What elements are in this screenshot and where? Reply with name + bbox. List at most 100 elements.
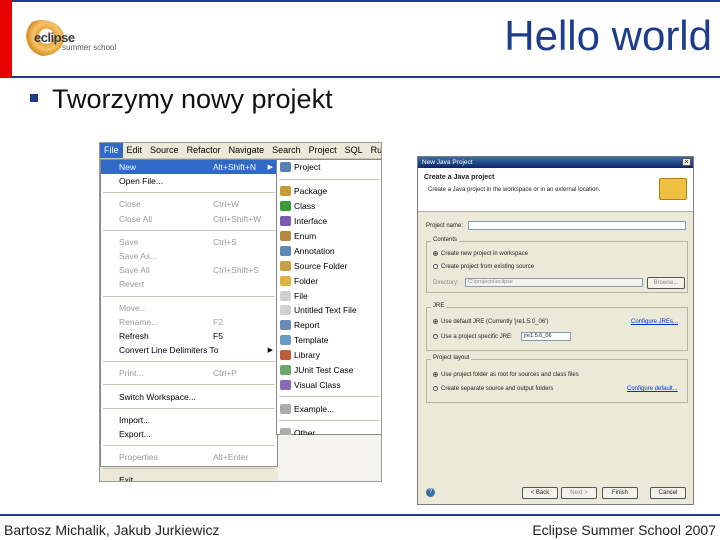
menubar-item[interactable]: Edit	[123, 143, 147, 158]
next-button[interactable]: Next >	[561, 487, 597, 499]
menu-separator	[103, 188, 275, 194]
file-menu-item[interactable]: Revert	[101, 277, 277, 291]
new-submenu-item[interactable]: Folder	[277, 273, 381, 288]
menu-item-label: Class	[294, 201, 316, 212]
cancel-button[interactable]: Cancel	[650, 487, 686, 499]
contents-option-new-label: Create new project in workspace	[441, 251, 529, 258]
configure-default-link[interactable]: Configure default...	[627, 386, 678, 392]
menu-item-label: Export...	[119, 428, 151, 439]
browse-button[interactable]: Browse...	[647, 277, 685, 289]
wizard-icon	[280, 403, 291, 414]
file-menu-item[interactable]: Save As...	[101, 249, 277, 263]
workspace-background	[278, 435, 381, 481]
menu-separator	[103, 404, 275, 409]
wizard-icon	[280, 320, 291, 331]
new-submenu-item[interactable]: Interface	[277, 214, 381, 229]
jre-select[interactable]: jre1.5.0_06	[521, 332, 571, 341]
jre-option-default[interactable]: Use default JRE (Currently 'jre1.5.0_06'…	[433, 319, 548, 325]
menu-item-label: Folder	[294, 275, 319, 286]
contents-option-existing[interactable]: Create project from existing source	[433, 264, 534, 270]
menubar-item[interactable]: Refactor	[183, 143, 225, 158]
file-menu-item[interactable]: Close All Ctrl+Shift+W	[101, 212, 277, 226]
help-icon[interactable]: ?	[426, 488, 435, 497]
menu-item-label: Move...	[119, 302, 147, 313]
radio-icon	[433, 251, 438, 256]
file-menu-item[interactable]: Exit	[101, 473, 277, 482]
menu-separator	[279, 416, 380, 422]
menu-item-label: Import...	[119, 414, 151, 425]
menubar-item[interactable]: Navigate	[225, 143, 269, 158]
menubar-item[interactable]: Source	[146, 143, 183, 158]
file-menu-item[interactable]: Convert Line Delimiters To ▶	[101, 343, 277, 357]
file-menu-item[interactable]: New Alt+Shift+N ▶	[101, 160, 277, 175]
layout-option-separate[interactable]: Create separate source and output folder…	[433, 386, 553, 392]
new-submenu-item[interactable]: Example...	[277, 401, 381, 416]
file-menu-item[interactable]: Import...	[101, 413, 277, 427]
file-menu-item[interactable]: Switch Workspace...	[101, 389, 277, 403]
file-menu-item[interactable]: Refresh F5	[101, 329, 277, 343]
menu-item-shortcut: F5	[213, 330, 223, 341]
project-name-input[interactable]	[468, 221, 686, 230]
file-menu-item[interactable]: Open File...	[101, 174, 277, 188]
menu-separator	[103, 380, 275, 386]
menu-item-label: New	[119, 162, 137, 173]
finish-button[interactable]: Finish	[602, 487, 638, 499]
new-submenu-item[interactable]: Template	[277, 333, 381, 348]
menu-item-label: Interface	[294, 216, 328, 227]
menu-item-shortcut: Alt+Shift+N	[213, 162, 256, 173]
slide-title: Hello world	[504, 12, 712, 59]
wizard-icon	[280, 231, 291, 241]
new-submenu-item[interactable]: Project	[277, 160, 381, 175]
jre-option-specific[interactable]: Use a project specific JRE:	[433, 334, 513, 340]
new-submenu-item[interactable]: Report	[277, 318, 381, 333]
new-submenu-item[interactable]: Annotation	[277, 243, 381, 258]
back-button[interactable]: < Back	[522, 487, 558, 499]
menu-item-label: Template	[294, 335, 329, 346]
new-submenu-item[interactable]: Source Folder	[277, 258, 381, 273]
menu-item-label: Rename...	[119, 316, 159, 327]
layout-option-root[interactable]: Use project folder as root for sources a…	[433, 372, 579, 378]
contents-option-new[interactable]: Create new project in workspace	[433, 251, 528, 257]
menubar-item[interactable]: Search	[268, 143, 305, 158]
new-submenu-item[interactable]: Library	[277, 348, 381, 363]
new-submenu-item[interactable]: Enum	[277, 229, 381, 244]
file-menu-item[interactable]: Close Ctrl+W	[101, 197, 277, 211]
file-menu-item[interactable]: Print... Ctrl+P	[101, 366, 277, 380]
menu-item-label: Open File...	[119, 176, 163, 187]
new-submenu-item[interactable]: Visual Class	[277, 377, 381, 392]
radio-icon	[433, 334, 438, 339]
menu-item-label: Switch Workspace...	[119, 391, 196, 402]
file-menu-item[interactable]: Save Ctrl+S	[101, 235, 277, 249]
new-submenu-item[interactable]: File	[277, 288, 381, 303]
file-menu-item[interactable]: Move...	[101, 301, 277, 315]
close-icon[interactable]: ×	[682, 158, 691, 166]
file-menu-item[interactable]: Save All Ctrl+Shift+S	[101, 263, 277, 277]
header-top-rule	[12, 0, 720, 2]
menu-item-shortcut: Ctrl+Shift+S	[213, 265, 259, 276]
new-project-folder-icon	[659, 178, 687, 200]
new-submenu-item[interactable]: JUnit Test Case	[277, 363, 381, 378]
configure-jres-link[interactable]: Configure JREs...	[631, 319, 678, 325]
submenu-arrow-icon: ▶	[267, 347, 273, 355]
menu-separator	[103, 441, 275, 446]
menubar-item[interactable]: Project	[305, 143, 341, 158]
project-name-label: Project name:	[426, 223, 464, 229]
file-menu-item[interactable]: Properties Alt+Enter	[101, 450, 277, 464]
layout-option-root-label: Use project folder as root for sources a…	[441, 372, 579, 379]
menubar-item[interactable]: Run	[367, 143, 381, 158]
new-submenu-item[interactable]: Package	[277, 184, 381, 199]
directory-input[interactable]: C:\projects\eclipse	[465, 278, 643, 287]
wizard-icon	[280, 350, 291, 361]
dialog-heading: Create a Java project	[424, 174, 495, 181]
jre-group: JRE Use default JRE (Currently 'jre1.5.0…	[426, 303, 688, 351]
menubar-item[interactable]: SQL	[341, 143, 367, 158]
menubar-item[interactable]: File	[100, 143, 123, 158]
menu-separator	[103, 464, 275, 470]
new-submenu-item[interactable]: Class	[277, 199, 381, 214]
file-menu-item[interactable]: Rename... F2	[101, 315, 277, 329]
new-submenu-item[interactable]: Untitled Text File	[277, 303, 381, 318]
menu-item-label: Annotation	[294, 245, 335, 256]
menu-item-label: Exit	[119, 475, 134, 482]
menu-item-label: Source Folder	[294, 260, 348, 271]
file-menu-item[interactable]: Export...	[101, 427, 277, 441]
